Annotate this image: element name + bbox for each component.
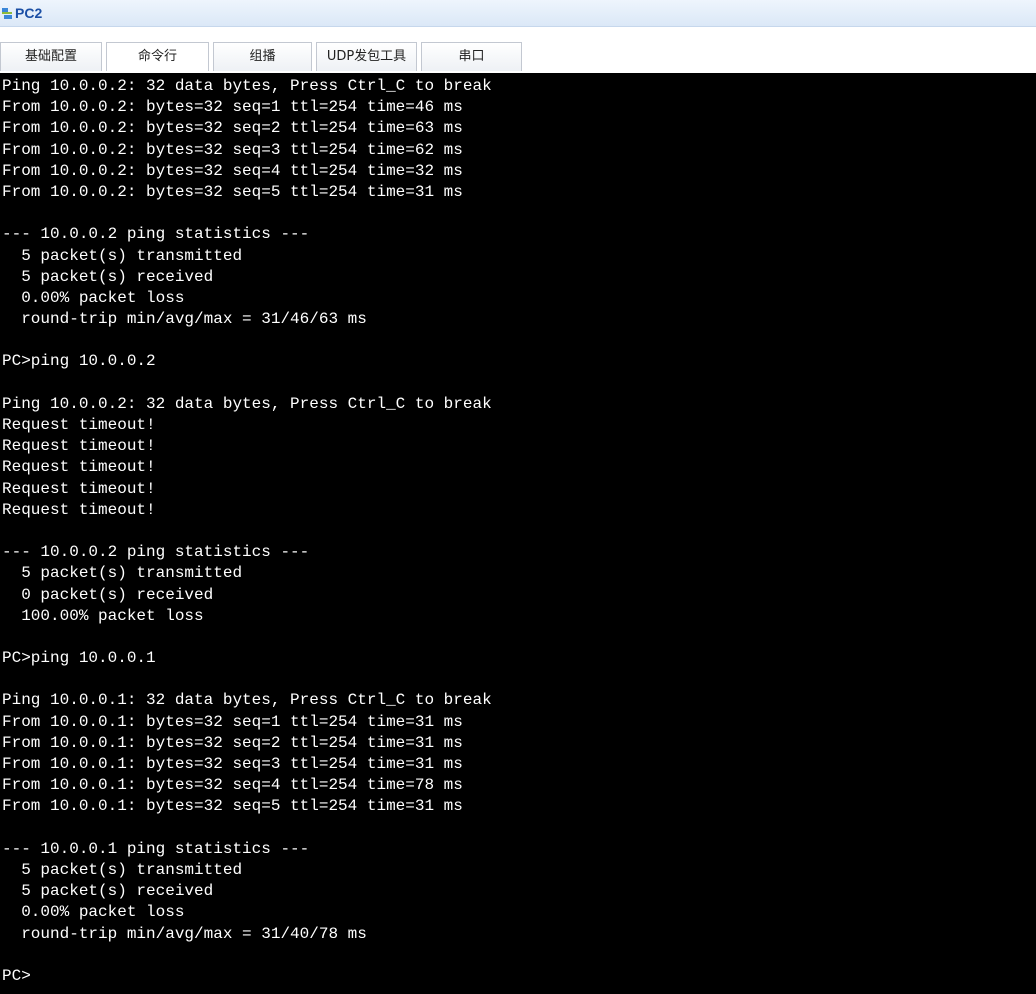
terminal-line: From 10.0.0.2: bytes=32 seq=3 ttl=254 ti… [2, 140, 463, 159]
terminal-line: Request timeout! [2, 500, 156, 519]
terminal-line: Request timeout! [2, 458, 156, 477]
terminal-line: PC> [2, 966, 31, 985]
pc2-window: PC2 基础配置 命令行 组播 UDP发包工具 串口 Ping 10.0.0.2… [0, 0, 1036, 994]
terminal-line: 100.00% packet loss [2, 606, 204, 625]
tab-serial-port[interactable]: 串口 [421, 42, 522, 71]
terminal-line: 5 packet(s) received [2, 267, 214, 286]
window-title: PC2 [15, 5, 43, 21]
command-line-terminal[interactable]: Ping 10.0.0.2: 32 data bytes, Press Ctrl… [0, 73, 1036, 994]
terminal-line: From 10.0.0.2: bytes=32 seq=1 ttl=254 ti… [2, 98, 463, 117]
terminal-line: Request timeout! [2, 479, 156, 498]
terminal-line: round-trip min/avg/max = 31/46/63 ms [2, 310, 367, 329]
terminal-line: From 10.0.0.2: bytes=32 seq=5 ttl=254 ti… [2, 182, 463, 201]
terminal-line: PC>ping 10.0.0.1 [2, 649, 156, 668]
terminal-line: Request timeout! [2, 437, 156, 456]
terminal-line: From 10.0.0.2: bytes=32 seq=4 ttl=254 ti… [2, 161, 463, 180]
terminal-line: 0.00% packet loss [2, 903, 185, 922]
terminal-line: PC>ping 10.0.0.2 [2, 352, 156, 371]
terminal-line: From 10.0.0.1: bytes=32 seq=3 ttl=254 ti… [2, 755, 463, 773]
terminal-line: --- 10.0.0.2 ping statistics --- [2, 543, 310, 562]
terminal-line: From 10.0.0.1: bytes=32 seq=4 ttl=254 ti… [2, 776, 463, 795]
terminal-line: From 10.0.0.2: bytes=32 seq=2 ttl=254 ti… [2, 119, 463, 138]
terminal-line: From 10.0.0.1: bytes=32 seq=2 ttl=254 ti… [2, 733, 463, 752]
terminal-line: Ping 10.0.0.1: 32 data bytes, Press Ctrl… [2, 691, 492, 710]
terminal-line: 5 packet(s) transmitted [2, 564, 243, 583]
terminal-line: Ping 10.0.0.2: 32 data bytes, Press Ctrl… [2, 77, 492, 95]
terminal-line: From 10.0.0.1: bytes=32 seq=1 ttl=254 ti… [2, 712, 463, 731]
pc-network-icon [1, 7, 13, 20]
tab-udp-packet-tool[interactable]: UDP发包工具 [316, 42, 417, 71]
terminal-line: Request timeout! [2, 416, 156, 434]
terminal-line: round-trip min/avg/max = 31/40/78 ms [2, 924, 367, 943]
terminal-line: --- 10.0.0.1 ping statistics --- [2, 839, 310, 858]
terminal-line: 0.00% packet loss [2, 288, 185, 307]
terminal-line: Ping 10.0.0.2: 32 data bytes, Press Ctrl… [2, 394, 492, 413]
terminal-line: 0 packet(s) received [2, 585, 214, 604]
tab-bar: 基础配置 命令行 组播 UDP发包工具 串口 [0, 27, 1036, 73]
terminal-line: --- 10.0.0.2 ping statistics --- [2, 225, 310, 244]
tab-basic-config[interactable]: 基础配置 [0, 42, 102, 71]
terminal-line: From 10.0.0.1: bytes=32 seq=5 ttl=254 ti… [2, 797, 463, 816]
title-bar: PC2 [0, 0, 1036, 27]
terminal-line: 5 packet(s) transmitted [2, 860, 243, 879]
terminal-line: 5 packet(s) transmitted [2, 246, 243, 265]
tab-command-line[interactable]: 命令行 [106, 42, 209, 71]
terminal-line: 5 packet(s) received [2, 882, 214, 901]
tab-multicast[interactable]: 组播 [213, 42, 312, 71]
